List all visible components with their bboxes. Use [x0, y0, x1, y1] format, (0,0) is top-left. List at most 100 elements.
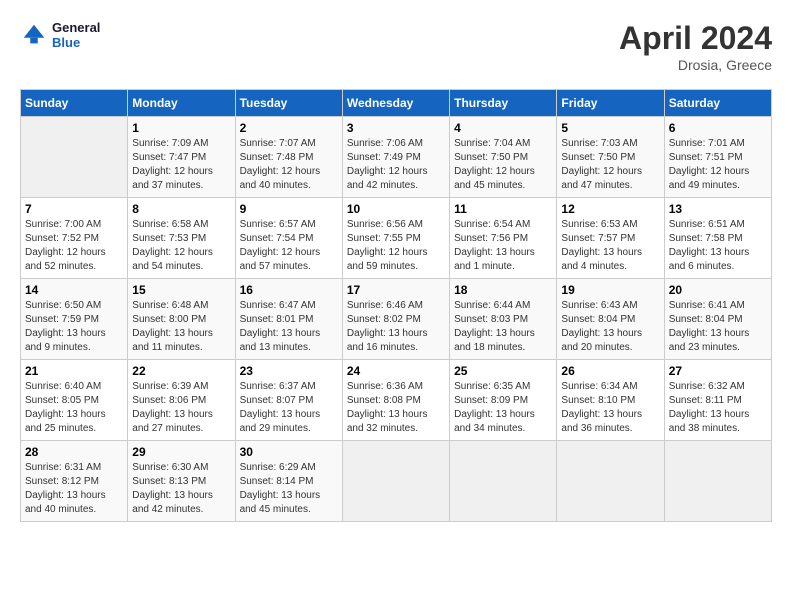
day-number: 2 [240, 121, 338, 135]
day-info: Sunrise: 6:44 AMSunset: 8:03 PMDaylight:… [454, 299, 552, 355]
calendar-cell: 22 Sunrise: 6:39 AMSunset: 8:06 PMDayligh… [128, 360, 235, 441]
day-info: Sunrise: 6:58 AMSunset: 7:53 PMDaylight:… [132, 218, 230, 274]
calendar-cell: 14 Sunrise: 6:50 AMSunset: 7:59 PMDayligh… [21, 279, 128, 360]
calendar-cell: 11 Sunrise: 6:54 AMSunset: 7:56 PMDayligh… [450, 198, 557, 279]
day-info: Sunrise: 6:53 AMSunset: 7:57 PMDaylight:… [561, 218, 659, 274]
day-info: Sunrise: 6:54 AMSunset: 7:56 PMDaylight:… [454, 218, 552, 274]
day-info: Sunrise: 6:51 AMSunset: 7:58 PMDaylight:… [669, 218, 767, 274]
day-number: 13 [669, 202, 767, 216]
calendar-week-2: 14 Sunrise: 6:50 AMSunset: 7:59 PMDayligh… [21, 279, 772, 360]
day-number: 19 [561, 283, 659, 297]
day-number: 12 [561, 202, 659, 216]
calendar-cell [21, 117, 128, 198]
day-number: 22 [132, 364, 230, 378]
calendar-cell: 15 Sunrise: 6:48 AMSunset: 8:00 PMDayligh… [128, 279, 235, 360]
calendar-cell: 29 Sunrise: 6:30 AMSunset: 8:13 PMDayligh… [128, 441, 235, 522]
calendar-cell: 16 Sunrise: 6:47 AMSunset: 8:01 PMDayligh… [235, 279, 342, 360]
day-info: Sunrise: 6:40 AMSunset: 8:05 PMDaylight:… [25, 380, 123, 436]
day-number: 28 [25, 445, 123, 459]
day-info: Sunrise: 6:36 AMSunset: 8:08 PMDaylight:… [347, 380, 445, 436]
calendar-week-4: 28 Sunrise: 6:31 AMSunset: 8:12 PMDayligh… [21, 441, 772, 522]
day-number: 25 [454, 364, 552, 378]
header-wednesday: Wednesday [342, 90, 449, 117]
day-number: 14 [25, 283, 123, 297]
location: Drosia, Greece [619, 57, 772, 73]
day-number: 10 [347, 202, 445, 216]
day-info: Sunrise: 6:46 AMSunset: 8:02 PMDaylight:… [347, 299, 445, 355]
header-row: SundayMondayTuesdayWednesdayThursdayFrid… [21, 90, 772, 117]
calendar-cell [557, 441, 664, 522]
day-info: Sunrise: 6:35 AMSunset: 8:09 PMDaylight:… [454, 380, 552, 436]
day-info: Sunrise: 6:37 AMSunset: 8:07 PMDaylight:… [240, 380, 338, 436]
calendar-cell: 23 Sunrise: 6:37 AMSunset: 8:07 PMDayligh… [235, 360, 342, 441]
calendar-cell: 21 Sunrise: 6:40 AMSunset: 8:05 PMDayligh… [21, 360, 128, 441]
calendar-cell: 1Sunrise: 7:09 AMSunset: 7:47 PMDaylight… [128, 117, 235, 198]
title-block: April 2024 Drosia, Greece [619, 20, 772, 73]
day-number: 1 [132, 121, 230, 135]
calendar-cell: 28 Sunrise: 6:31 AMSunset: 8:12 PMDayligh… [21, 441, 128, 522]
calendar-cell [664, 441, 771, 522]
day-number: 24 [347, 364, 445, 378]
header-tuesday: Tuesday [235, 90, 342, 117]
day-info: Sunrise: 7:01 AMSunset: 7:51 PMDaylight:… [669, 137, 767, 193]
calendar-week-3: 21 Sunrise: 6:40 AMSunset: 8:05 PMDayligh… [21, 360, 772, 441]
calendar-cell: 2 Sunrise: 7:07 AMSunset: 7:48 PMDaylight… [235, 117, 342, 198]
day-info: Sunrise: 6:39 AMSunset: 8:06 PMDaylight:… [132, 380, 230, 436]
day-info: Sunrise: 7:04 AMSunset: 7:50 PMDaylight:… [454, 137, 552, 193]
logo-text: General Blue [52, 20, 100, 50]
calendar-cell: 27 Sunrise: 6:32 AMSunset: 8:11 PMDayligh… [664, 360, 771, 441]
header-friday: Friday [557, 90, 664, 117]
day-number: 30 [240, 445, 338, 459]
calendar-week-0: 1Sunrise: 7:09 AMSunset: 7:47 PMDaylight… [21, 117, 772, 198]
day-info: Sunrise: 7:03 AMSunset: 7:50 PMDaylight:… [561, 137, 659, 193]
day-number: 3 [347, 121, 445, 135]
month-title: April 2024 [619, 20, 772, 57]
day-number: 4 [454, 121, 552, 135]
calendar-week-1: 7Sunrise: 7:00 AMSunset: 7:52 PMDaylight… [21, 198, 772, 279]
day-info: Sunrise: 6:30 AMSunset: 8:13 PMDaylight:… [132, 461, 230, 517]
day-info: Sunrise: 6:50 AMSunset: 7:59 PMDaylight:… [25, 299, 123, 355]
calendar-cell: 25 Sunrise: 6:35 AMSunset: 8:09 PMDayligh… [450, 360, 557, 441]
header-thursday: Thursday [450, 90, 557, 117]
calendar-cell: 18Sunrise: 6:44 AMSunset: 8:03 PMDayligh… [450, 279, 557, 360]
calendar-cell: 17Sunrise: 6:46 AMSunset: 8:02 PMDayligh… [342, 279, 449, 360]
logo: General Blue [20, 20, 100, 50]
calendar-cell: 8Sunrise: 6:58 AMSunset: 7:53 PMDaylight… [128, 198, 235, 279]
day-number: 11 [454, 202, 552, 216]
page-header: General Blue April 2024 Drosia, Greece [20, 20, 772, 73]
day-number: 5 [561, 121, 659, 135]
calendar-cell [342, 441, 449, 522]
day-info: Sunrise: 7:06 AMSunset: 7:49 PMDaylight:… [347, 137, 445, 193]
day-info: Sunrise: 6:34 AMSunset: 8:10 PMDaylight:… [561, 380, 659, 436]
day-number: 21 [25, 364, 123, 378]
day-number: 6 [669, 121, 767, 135]
day-number: 27 [669, 364, 767, 378]
day-info: Sunrise: 6:56 AMSunset: 7:55 PMDaylight:… [347, 218, 445, 274]
calendar-cell: 24 Sunrise: 6:36 AMSunset: 8:08 PMDayligh… [342, 360, 449, 441]
day-number: 15 [132, 283, 230, 297]
calendar-cell: 26 Sunrise: 6:34 AMSunset: 8:10 PMDayligh… [557, 360, 664, 441]
calendar-cell: 4 Sunrise: 7:04 AMSunset: 7:50 PMDaylight… [450, 117, 557, 198]
day-info: Sunrise: 6:43 AMSunset: 8:04 PMDaylight:… [561, 299, 659, 355]
day-number: 26 [561, 364, 659, 378]
day-info: Sunrise: 7:07 AMSunset: 7:48 PMDaylight:… [240, 137, 338, 193]
day-info: Sunrise: 6:32 AMSunset: 8:11 PMDaylight:… [669, 380, 767, 436]
calendar-cell: 10 Sunrise: 6:56 AMSunset: 7:55 PMDayligh… [342, 198, 449, 279]
calendar-cell: 9Sunrise: 6:57 AMSunset: 7:54 PMDaylight… [235, 198, 342, 279]
day-info: Sunrise: 6:31 AMSunset: 8:12 PMDaylight:… [25, 461, 123, 517]
day-info: Sunrise: 6:48 AMSunset: 8:00 PMDaylight:… [132, 299, 230, 355]
header-sunday: Sunday [21, 90, 128, 117]
day-number: 20 [669, 283, 767, 297]
day-number: 16 [240, 283, 338, 297]
day-info: Sunrise: 6:47 AMSunset: 8:01 PMDaylight:… [240, 299, 338, 355]
day-number: 7 [25, 202, 123, 216]
day-number: 23 [240, 364, 338, 378]
calendar-cell: 30Sunrise: 6:29 AMSunset: 8:14 PMDayligh… [235, 441, 342, 522]
calendar-cell: 7Sunrise: 7:00 AMSunset: 7:52 PMDaylight… [21, 198, 128, 279]
calendar-cell: 5 Sunrise: 7:03 AMSunset: 7:50 PMDaylight… [557, 117, 664, 198]
calendar-cell: 12 Sunrise: 6:53 AMSunset: 7:57 PMDayligh… [557, 198, 664, 279]
header-monday: Monday [128, 90, 235, 117]
calendar-cell: 20 Sunrise: 6:41 AMSunset: 8:04 PMDayligh… [664, 279, 771, 360]
day-number: 29 [132, 445, 230, 459]
day-info: Sunrise: 6:41 AMSunset: 8:04 PMDaylight:… [669, 299, 767, 355]
